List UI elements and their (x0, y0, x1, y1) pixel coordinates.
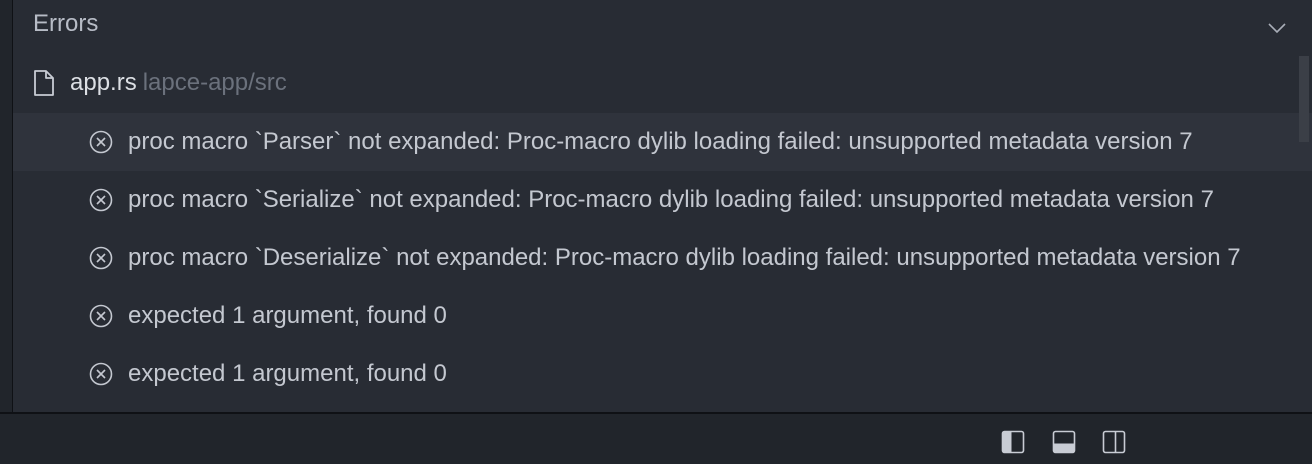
diagnostic-row[interactable]: expected 1 argument, found 0 (13, 287, 1312, 345)
diagnostic-row[interactable]: proc macro `Serialize` not expanded: Pro… (13, 171, 1312, 229)
error-circle-x-icon (88, 245, 114, 271)
diagnostic-message: expected 1 argument, found 0 (128, 302, 447, 329)
diagnostic-row[interactable]: expected 1 argument, found 0 (13, 345, 1312, 403)
file-path: lapce-app/src (142, 69, 287, 96)
file-icon (33, 69, 55, 97)
file-row[interactable]: app.rs lapce-app/src (13, 55, 1312, 111)
diagnostic-message: proc macro `Deserialize` not expanded: P… (128, 244, 1241, 271)
problems-panel: Errors app.rs lapce-app/src proc macro `P… (12, 0, 1312, 412)
toggle-left-panel-icon[interactable] (1001, 430, 1025, 454)
error-circle-x-icon (88, 303, 114, 329)
toggle-bottom-panel-icon[interactable] (1052, 430, 1076, 454)
file-name-container: app.rs lapce-app/src (70, 69, 287, 97)
diagnostic-message: expected 1 argument, found 0 (128, 360, 447, 387)
chevron-down-icon[interactable] (1265, 16, 1289, 40)
error-circle-x-icon (88, 129, 114, 155)
diagnostic-row[interactable]: proc macro `Deserialize` not expanded: P… (13, 229, 1312, 287)
panel-title: Errors (33, 10, 99, 37)
error-circle-x-icon (88, 187, 114, 213)
diagnostic-message: proc macro `Serialize` not expanded: Pro… (128, 186, 1214, 213)
toggle-right-panel-icon[interactable] (1102, 430, 1126, 454)
status-bar (0, 412, 1312, 464)
vertical-scrollbar[interactable] (1299, 56, 1309, 142)
diagnostic-row[interactable]: proc macro `Parser` not expanded: Proc-m… (13, 113, 1312, 171)
panel-header[interactable]: Errors (13, 0, 1312, 52)
file-name: app.rs (70, 69, 137, 96)
diagnostic-message: proc macro `Parser` not expanded: Proc-m… (128, 128, 1193, 155)
error-circle-x-icon (88, 361, 114, 387)
